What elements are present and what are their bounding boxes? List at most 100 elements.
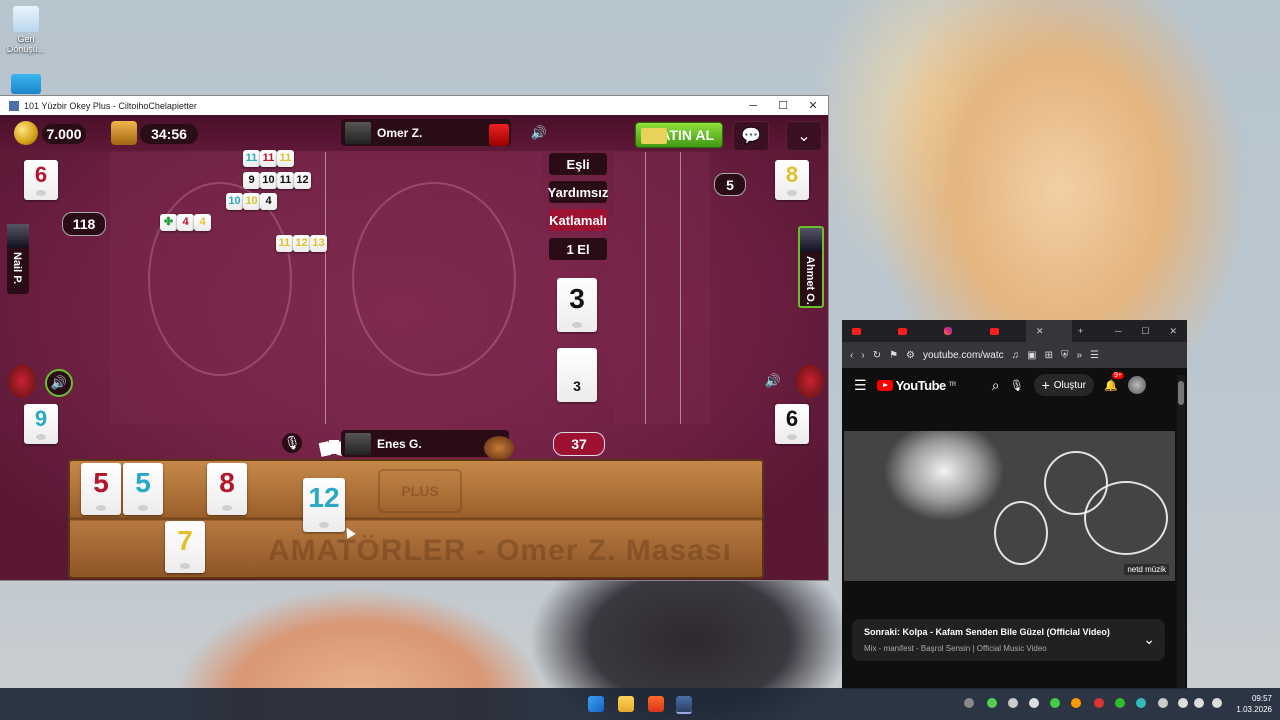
top-player-panel[interactable]: Omer Z. [341,119,511,146]
site-settings-icon[interactable]: ⚙ [906,350,915,361]
rack-logo: PLUS [378,469,462,513]
create-button[interactable]: + Oluştur [1033,374,1094,396]
tray-app-icon[interactable] [964,698,974,708]
discard-tile-bottom-right[interactable]: 6 [775,404,809,444]
discard-tile-top-left[interactable]: 6 [24,160,58,200]
tile-dot [572,322,582,328]
back-icon[interactable]: ‹ [850,350,853,361]
tab-close-icon[interactable]: ✕ [1036,326,1044,337]
tray-app-icon[interactable] [1094,698,1104,708]
clock[interactable]: 09:57 1.03.2026 [1232,693,1272,715]
reload-icon[interactable]: ↻ [873,350,881,361]
profile-avatar[interactable] [1127,376,1146,394]
microphone-icon[interactable]: 🎙 [282,433,302,453]
tile-dot [138,505,148,511]
shield-icon[interactable]: ⛨ [1061,350,1069,361]
browser-tab[interactable] [888,327,934,335]
menu-dropdown-button[interactable]: ⌄ [786,121,822,151]
browser-tab-active[interactable]: ✕ [1026,320,1072,342]
tray-app-icon[interactable] [1136,698,1146,708]
music-icon[interactable]: ♫ [1012,350,1020,361]
browser-tab[interactable] [842,327,888,335]
maximize-button[interactable]: ☐ [768,99,798,112]
tray-app-icon[interactable] [1008,698,1018,708]
rack-tile[interactable]: 5 [81,463,121,515]
sidebar-icon[interactable]: ▣ [1027,350,1036,361]
address-bar[interactable]: youtube.com/watc [923,350,1004,361]
bottom-player-badge-icon [484,436,514,460]
recycle-bin-label-2: Dönüşü... [6,44,46,54]
video-player[interactable]: netd müzik [844,431,1175,581]
tray-app-icon[interactable] [1050,698,1060,708]
browser-tab[interactable] [980,327,1026,335]
voice-search-icon[interactable]: 🎙 [1010,379,1024,392]
browser-close-icon[interactable]: ✕ [1169,326,1177,337]
brave-browser-icon[interactable] [648,696,664,712]
money-icon [641,128,667,144]
extensions-icon[interactable]: ⊞ [1045,350,1053,361]
tray-app-icon[interactable] [987,698,997,708]
browser-scrollbar[interactable] [1177,375,1185,689]
table-tile: 11 [243,150,260,167]
search-icon[interactable]: ⌕ [992,377,1000,394]
notifications-button[interactable]: 🔔 9+ [1104,371,1124,392]
up-next-subtitle: Mix - manifest - Başrol Sensin | Officia… [864,644,1047,653]
browser-tab[interactable] [934,327,980,335]
recycle-bin-icon [13,6,39,32]
file-explorer-icon[interactable] [618,696,634,712]
volume-icon[interactable] [1194,698,1204,708]
right-player-panel[interactable]: Ahmet O. [798,226,824,308]
browser-minimize-icon[interactable]: ─ [1115,326,1121,337]
table-tile: 11 [276,235,293,252]
rack-tile[interactable]: 7 [165,521,205,573]
more-tools-icon[interactable]: » [1076,350,1082,361]
browser-menu-icon[interactable]: ☰ [1090,350,1099,361]
tile-dot [787,190,797,196]
microphone-tray-icon[interactable] [1158,698,1168,708]
youtube-logo[interactable]: YouTube TR [876,378,956,393]
tray-app-icon[interactable] [1115,698,1125,708]
chat-button[interactable]: 💬 [733,121,769,151]
tile-dot [36,190,46,196]
recycle-bin-shortcut[interactable]: Geri Dönüşü... [6,6,46,54]
tray-app-icon[interactable] [1071,698,1081,708]
hamburger-menu-icon[interactable]: ☰ [854,377,867,394]
okey-game-taskbar-icon[interactable] [676,696,692,714]
sound-toggle-icon[interactable]: 🔊 [528,122,550,144]
treasure-chest-icon[interactable] [111,121,137,145]
table-tile: 10 [243,193,260,210]
right-player-tile-count: 5 [714,173,746,196]
right-sound-icon[interactable]: 🔊 [762,370,784,392]
forward-icon[interactable]: › [861,350,864,361]
start-menu-icon[interactable] [588,696,604,712]
chevron-down-icon[interactable]: ⌄ [1143,631,1155,648]
discard-tile-top-right[interactable]: 8 [775,160,809,200]
tile-value: 6 [34,162,48,187]
minimize-button[interactable]: ─ [738,100,768,112]
new-tab-icon[interactable]: + [1078,326,1083,336]
left-sound-icon[interactable]: 🔊 [45,369,73,397]
turn-timer-icon [489,124,509,146]
battery-icon[interactable] [1212,698,1222,708]
tile-value: 5 [93,467,109,498]
buy-button[interactable]: SATIN AL [635,122,723,148]
instagram-favicon-icon [944,327,952,335]
rack-tile-dragging[interactable]: 12 [303,478,345,532]
bookmark-icon[interactable]: ⚑ [889,350,898,361]
rack-tile[interactable]: 8 [207,463,247,515]
network-icon[interactable] [1178,698,1188,708]
up-next-card[interactable]: Sonraki: Kolpa - Kafam Senden Bile Güzel… [852,619,1165,661]
desktop-shortcut[interactable] [6,74,46,96]
browser-tab-strip: ✕ + ─ ☐ ✕ [842,320,1187,342]
browser-maximize-icon[interactable]: ☐ [1141,326,1149,337]
discard-tile-bottom-left[interactable]: 9 [24,404,58,444]
draw-pile-tile[interactable]: 3 [557,348,597,402]
video-frame-detail [1084,481,1168,555]
left-player-panel[interactable]: Nail P. [7,224,29,294]
tray-app-icon[interactable] [1029,698,1039,708]
scrollbar-thumb[interactable] [1178,381,1184,405]
close-button[interactable]: ✕ [798,99,828,112]
rack-tile[interactable]: 5 [123,463,163,515]
window-title: 101 Yüzbir Okey Plus - CiltoihoChelapiet… [24,100,197,111]
table-tile: 10 [226,193,243,210]
